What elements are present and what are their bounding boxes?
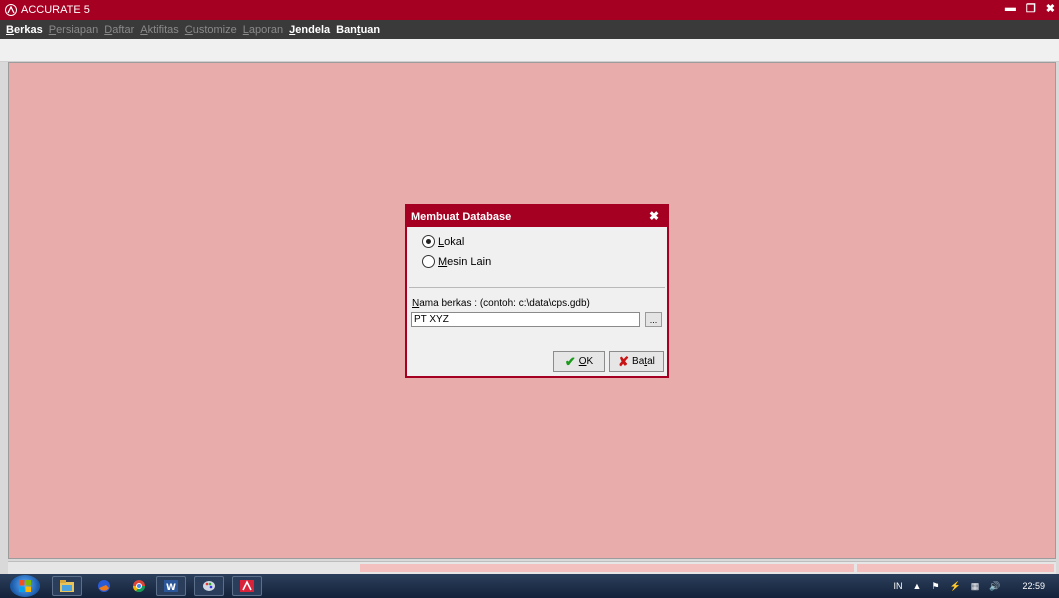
- svg-text:W: W: [166, 583, 176, 593]
- status-bar: [8, 561, 1056, 574]
- volume-icon[interactable]: 🔊: [989, 581, 1000, 592]
- accurate-logo-icon: [4, 3, 18, 17]
- status-segment: [360, 564, 854, 572]
- taskbar: W IN ▲ ⚑ ⚡ ▦ 🔊 22:59: [0, 574, 1059, 598]
- menu-daftar[interactable]: Daftar: [104, 24, 134, 36]
- status-segment: [857, 564, 1054, 572]
- menu-bar: Berkas Persiapan Daftar Aktifitas Custom…: [0, 20, 1059, 39]
- radio-lokal-indicator[interactable]: [422, 235, 435, 248]
- menu-aktifitas[interactable]: Aktifitas: [140, 24, 179, 36]
- dialog-title: Membuat Database: [411, 210, 512, 223]
- file-explorer-icon[interactable]: [52, 576, 82, 596]
- radio-mesin-lain[interactable]: Mesin Lain: [422, 255, 491, 268]
- minimize-icon[interactable]: ▬: [1005, 2, 1016, 15]
- checkmark-icon: ✔: [564, 353, 576, 369]
- location-group: Lokal Mesin Lain: [409, 227, 665, 288]
- browse-button[interactable]: ...: [645, 312, 662, 327]
- tray-arrow-icon[interactable]: ▲: [913, 581, 922, 591]
- ok-button[interactable]: ✔ OK: [553, 351, 605, 372]
- membuat-database-dialog: Membuat Database ✖ Lokal Mesin Lain Nama…: [405, 204, 669, 378]
- chrome-icon[interactable]: [124, 576, 154, 596]
- radio-lokal[interactable]: Lokal: [422, 235, 464, 248]
- menu-laporan[interactable]: Laporan: [243, 24, 283, 36]
- ok-label: OK: [578, 356, 594, 367]
- nama-berkas-label: Nama berkas : (contoh: c:\data\cps.gdb): [412, 298, 590, 309]
- nama-berkas-input[interactable]: [411, 312, 640, 327]
- window-controls: ▬ ❐ ✖: [1005, 2, 1055, 15]
- system-tray: IN ▲ ⚑ ⚡ ▦ 🔊 22:59: [884, 574, 1059, 598]
- action-center-flag-icon[interactable]: ⚑: [931, 581, 939, 592]
- accurate-taskbar-icon[interactable]: [232, 576, 262, 596]
- word-icon[interactable]: W: [156, 576, 186, 596]
- dialog-title-bar: Membuat Database ✖: [407, 206, 667, 227]
- menu-berkas[interactable]: Berkas: [6, 24, 43, 36]
- menu-customize[interactable]: Customize: [185, 24, 237, 36]
- restore-icon[interactable]: ❐: [1026, 2, 1036, 15]
- close-icon[interactable]: ✖: [1046, 2, 1055, 15]
- power-icon[interactable]: ⚡: [950, 581, 961, 592]
- paint-icon[interactable]: [194, 576, 224, 596]
- windows-start-icon[interactable]: [10, 575, 40, 597]
- batal-label: Batal: [632, 356, 655, 367]
- firefox-icon[interactable]: [89, 576, 119, 596]
- batal-button[interactable]: ✘ Batal: [609, 351, 664, 372]
- menu-jendela[interactable]: Jendela: [289, 24, 330, 36]
- clock[interactable]: 22:59: [1022, 581, 1045, 591]
- radio-lokal-label: Lokal: [438, 235, 465, 248]
- dialog-close-icon[interactable]: ✖: [649, 209, 659, 223]
- menu-persiapan[interactable]: Persiapan: [49, 24, 99, 36]
- toolbar-strip: [0, 39, 1059, 62]
- network-icon[interactable]: ▦: [971, 581, 980, 592]
- language-indicator[interactable]: IN: [894, 581, 903, 591]
- window-title: ACCURATE 5: [21, 4, 90, 16]
- radio-mesin-lain-label: Mesin Lain: [438, 255, 492, 268]
- radio-mesin-lain-indicator[interactable]: [422, 255, 435, 268]
- cancel-x-icon: ✘: [618, 353, 630, 369]
- menu-bantuan[interactable]: Bantuan: [336, 24, 380, 36]
- title-bar: ACCURATE 5 ▬ ❐ ✖: [0, 0, 1059, 20]
